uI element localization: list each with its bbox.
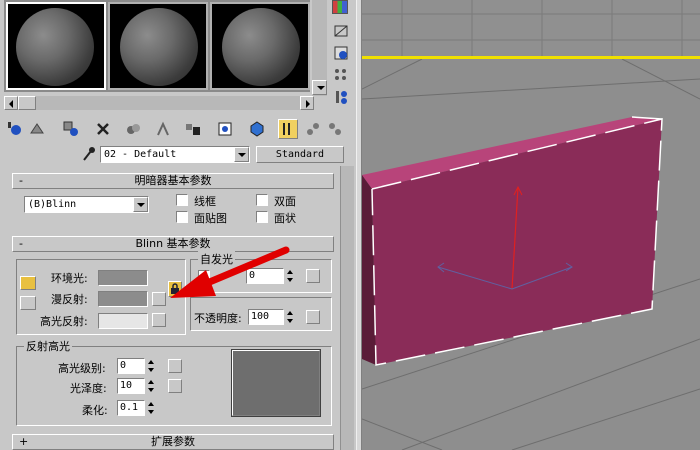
lock-diffuse-specular-button[interactable]: [20, 296, 36, 310]
sample-slots: [4, 0, 310, 92]
soften-input[interactable]: 0.1: [117, 400, 145, 416]
opacity-value-input[interactable]: 100: [248, 309, 284, 325]
specular-level-spinner[interactable]: [147, 358, 156, 374]
sample-uv-tiling-icon[interactable]: [332, 66, 350, 84]
opacity-map-button[interactable]: [306, 310, 320, 324]
sample-type-icon[interactable]: [332, 0, 348, 14]
highlight-curve-preview: [231, 349, 321, 417]
make-unique-icon[interactable]: [124, 120, 142, 138]
box-object-front: [372, 119, 662, 365]
put-to-library-icon[interactable]: [154, 120, 172, 138]
chevron-down-icon: [238, 153, 246, 157]
go-sibling-icon[interactable]: [326, 120, 344, 138]
opacity-spinner[interactable]: [286, 309, 295, 325]
arrow-right-icon: [306, 100, 310, 108]
glossiness-label: 光泽度:: [70, 382, 107, 395]
material-name-input[interactable]: 02 - Default: [100, 146, 250, 163]
material-effects-icon[interactable]: [184, 120, 202, 138]
two-sided-label: 双面: [274, 195, 296, 208]
background-icon[interactable]: [332, 44, 350, 62]
scroll-down-button[interactable]: [312, 80, 327, 95]
specular-highlights-label: 反射高光: [24, 338, 72, 354]
show-map-icon[interactable]: [216, 120, 234, 138]
scroll-right-button[interactable]: [300, 96, 314, 110]
material-name: 02 - Default: [104, 149, 177, 160]
wire-checkbox[interactable]: [176, 194, 188, 206]
soften-spinner[interactable]: [147, 400, 156, 416]
two-sided-checkbox[interactable]: [256, 194, 268, 206]
shader-value: (B)Blinn: [28, 199, 77, 210]
material-editor: 02 - Default Standard - 明暗器基本参数 (B)Blinn…: [0, 0, 358, 450]
grid-lines: [362, 0, 700, 56]
perspective-scene: [362, 59, 700, 450]
show-end-result-icon[interactable]: [248, 120, 266, 138]
material-sphere: [120, 8, 198, 86]
put-to-scene-icon[interactable]: [28, 120, 46, 138]
shader-rollout-title: 明暗器基本参数: [134, 174, 212, 187]
material-sphere: [222, 8, 300, 86]
diffuse-label: 漫反射:: [51, 293, 88, 306]
get-material-icon[interactable]: [6, 120, 24, 138]
glossiness-map-button[interactable]: [168, 379, 182, 393]
specular-level-input[interactable]: 0: [117, 358, 145, 374]
specular-level-label: 高光级别:: [58, 362, 106, 375]
lock-ambient-diffuse-button[interactable]: [20, 276, 36, 290]
scroll-thumb[interactable]: [18, 96, 36, 110]
material-toolbar: [4, 118, 354, 140]
red-arrow-annotation: [170, 246, 290, 298]
wire-label: 线框: [194, 195, 216, 208]
arrow-down-icon: [317, 86, 325, 90]
reset-icon[interactable]: [94, 120, 112, 138]
extended-rollout-title: 扩展参数: [151, 435, 195, 448]
sample-slot-2[interactable]: [108, 2, 208, 90]
sample-slot-3[interactable]: [210, 2, 310, 90]
soften-label: 柔化:: [82, 404, 108, 417]
glossiness-spinner[interactable]: [147, 378, 156, 394]
face-map-checkbox[interactable]: [176, 211, 188, 223]
diffuse-color-swatch[interactable]: [98, 291, 148, 307]
sample-slot-1[interactable]: [6, 2, 106, 90]
face-map-label: 面贴图: [194, 212, 227, 225]
assign-material-icon[interactable]: [62, 120, 80, 138]
material-sphere: [16, 8, 94, 86]
ambient-label: 环境光:: [51, 272, 88, 285]
video-color-check-icon[interactable]: [332, 88, 350, 106]
ambient-color-swatch[interactable]: [98, 270, 148, 286]
material-dropdown-button[interactable]: [234, 147, 249, 162]
scroll-left-button[interactable]: [4, 96, 18, 110]
shader-rollout-header[interactable]: - 明暗器基本参数: [12, 173, 334, 189]
slots-horizontal-scrollbar[interactable]: [4, 96, 314, 110]
collapse-sign: -: [19, 237, 23, 250]
specular-color-swatch[interactable]: [98, 313, 148, 329]
material-type-button[interactable]: Standard: [256, 146, 344, 163]
expand-sign: +: [19, 435, 29, 448]
backlight-icon[interactable]: [332, 22, 350, 40]
pick-material-icon[interactable]: [80, 145, 98, 163]
faceted-checkbox[interactable]: [256, 211, 268, 223]
glossiness-input[interactable]: 10: [117, 378, 145, 394]
shader-dropdown-button[interactable]: [133, 197, 148, 212]
specular-map-button[interactable]: [152, 313, 166, 327]
slots-vertical-scrollbar[interactable]: [312, 0, 327, 96]
show-map-in-viewport-icon[interactable]: [278, 119, 298, 139]
collapse-sign: -: [19, 174, 23, 187]
specular-level-map-button[interactable]: [168, 359, 182, 373]
self-illum-map-button[interactable]: [306, 269, 320, 283]
extended-rollout-header[interactable]: + 扩展参数: [12, 434, 334, 450]
faceted-label: 面状: [274, 212, 296, 225]
viewport[interactable]: [362, 0, 700, 450]
shader-select[interactable]: (B)Blinn: [24, 196, 149, 213]
top-viewport-strip: [362, 0, 700, 56]
specular-label: 高光反射:: [40, 315, 88, 328]
opacity-label: 不透明度:: [194, 312, 242, 325]
go-parent-icon[interactable]: [304, 120, 322, 138]
chevron-down-icon: [137, 203, 145, 207]
panel-scrollbar[interactable]: [340, 166, 354, 450]
side-toolbar: [330, 0, 352, 112]
arrow-left-icon: [9, 100, 13, 108]
